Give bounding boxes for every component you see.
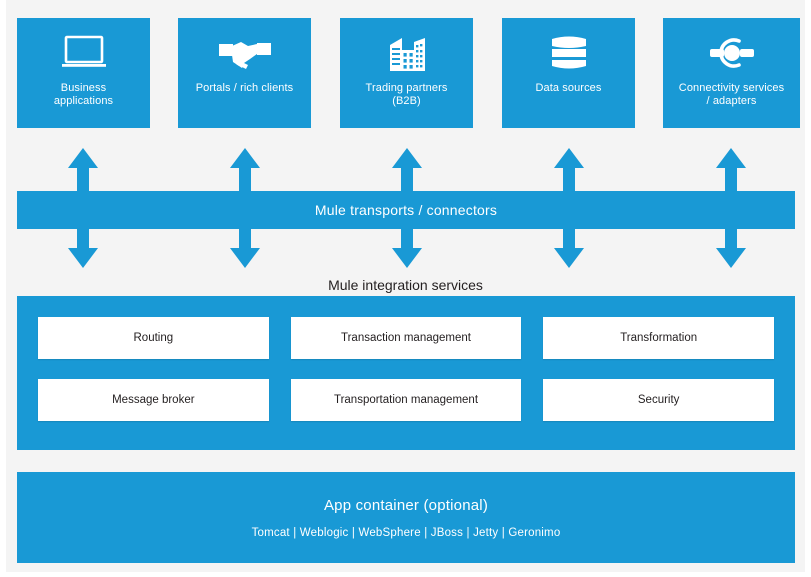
source-box-label: Data sources xyxy=(535,82,602,94)
service-box-transformation[interactable]: Transformation xyxy=(543,317,774,359)
service-box-security[interactable]: Security xyxy=(543,379,774,421)
services-grid: Routing Transaction management Transform… xyxy=(38,317,774,429)
source-box-connectivity-services[interactable]: Connectivity services / adapters xyxy=(663,18,800,128)
source-box-label: Portals / rich clients xyxy=(195,82,294,94)
buildings-icon xyxy=(382,30,432,76)
source-box-label: Connectivity services / adapters xyxy=(678,82,785,107)
app-container-panel[interactable]: App container (optional) Tomcat | Weblog… xyxy=(17,472,795,563)
integration-services-title: Mule integration services xyxy=(328,277,483,293)
app-container-title: App container (optional) xyxy=(323,496,489,514)
mule-integration-services-panel: Routing Transaction management Transform… xyxy=(17,296,795,450)
source-box-label: Business applications xyxy=(53,82,114,107)
app-container-subtitle: Tomcat | Weblogic | WebSphere | JBoss | … xyxy=(251,526,561,539)
service-box-transaction-management[interactable]: Transaction management xyxy=(290,317,522,359)
bottom-margin xyxy=(0,572,811,577)
source-box-business-applications[interactable]: Business applications xyxy=(17,18,150,128)
connector-ring-icon xyxy=(706,30,758,76)
service-box-routing[interactable]: Routing xyxy=(38,317,269,359)
source-box-trading-partners[interactable]: Trading partners (B2B) xyxy=(340,18,473,128)
database-icon xyxy=(546,30,592,76)
service-box-message-broker[interactable]: Message broker xyxy=(38,379,269,421)
source-box-data-sources[interactable]: Data sources xyxy=(502,18,635,128)
service-box-transportation-management[interactable]: Transportation management xyxy=(290,379,522,421)
diagram-canvas: Business applications Portals / rich cli… xyxy=(0,0,811,577)
source-box-label: Trading partners (B2B) xyxy=(365,82,448,107)
mule-transports-connectors-bar[interactable]: Mule transports / connectors xyxy=(17,191,795,229)
transport-bar-label: Mule transports / connectors xyxy=(314,202,498,218)
handshake-icon xyxy=(217,30,273,76)
laptop-icon xyxy=(60,30,108,76)
source-box-portals-rich-clients[interactable]: Portals / rich clients xyxy=(178,18,311,128)
